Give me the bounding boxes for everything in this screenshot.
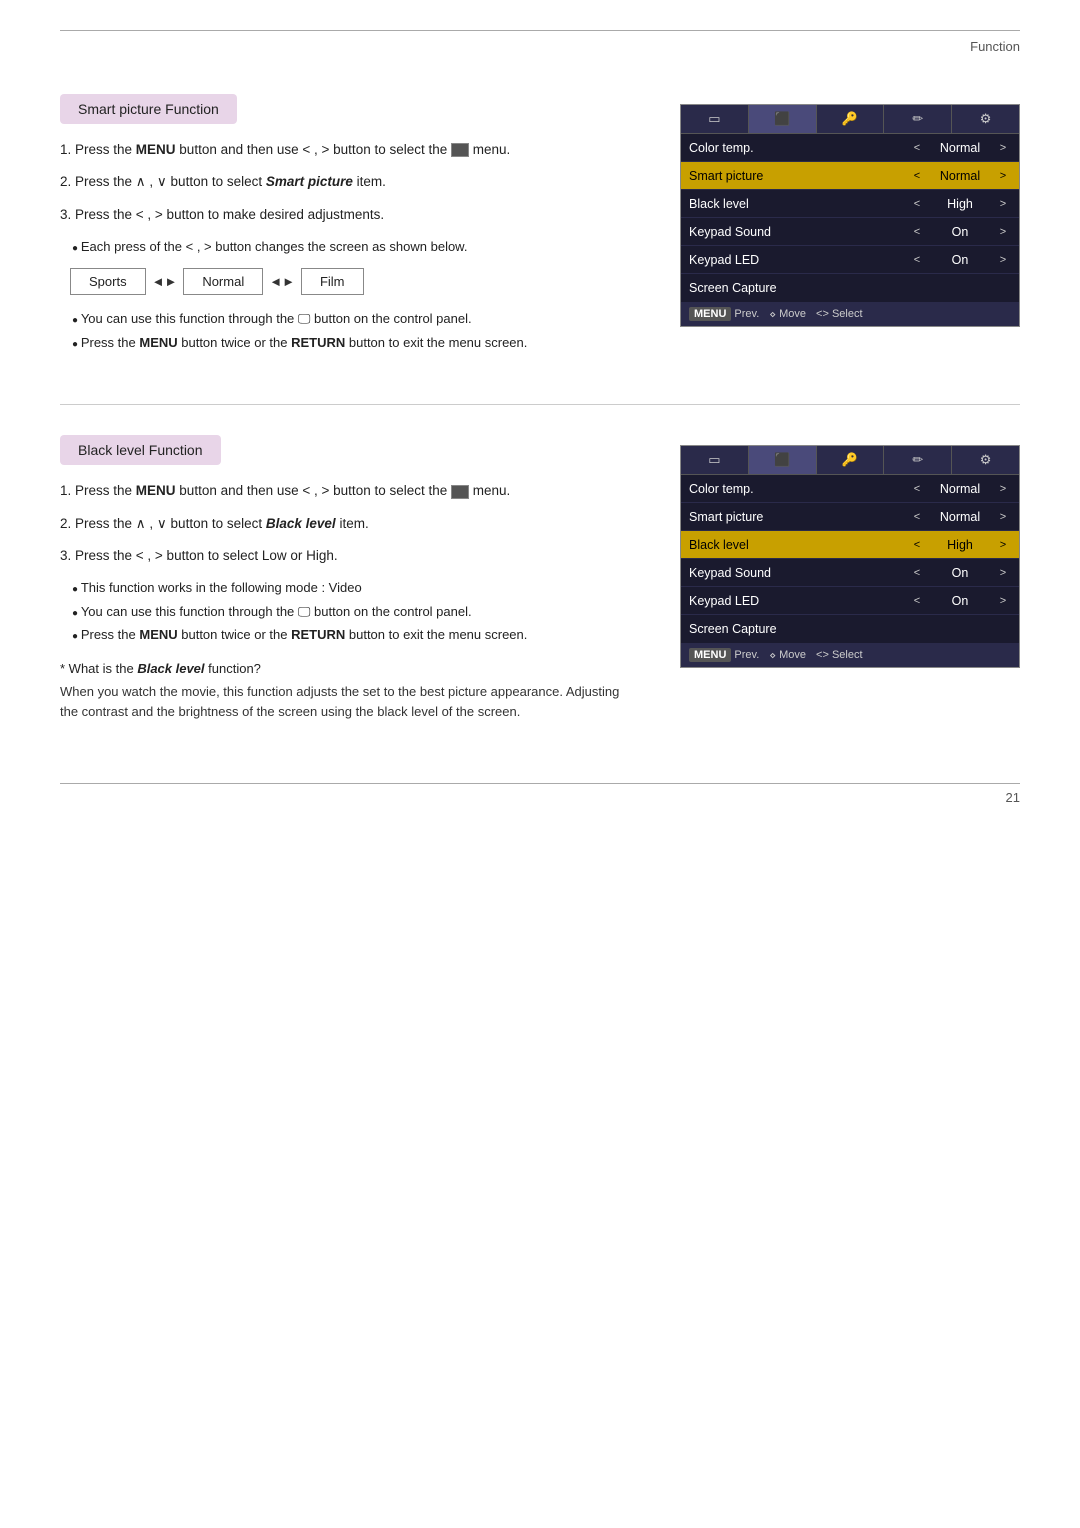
osd-prev-smart: MENU Prev.	[689, 307, 759, 321]
osd-tab-b1[interactable]: ⬛	[749, 446, 817, 474]
smart-step3: 3. Press the < , > button to make desire…	[60, 205, 640, 225]
mode-normal: Normal	[183, 268, 263, 295]
black-step1: 1. Press the MENU button and then use < …	[60, 481, 640, 501]
tab-icon-2: 🔑	[842, 111, 858, 126]
smart-picture-section: Smart picture Function 1. Press the MENU…	[60, 94, 1020, 364]
osd-prev-black: MENU Prev.	[689, 648, 759, 662]
page-header: Function	[60, 39, 1020, 54]
smart-bullet1: Each press of the < , > button changes t…	[72, 237, 640, 257]
tab-icon-b4: ⚙	[980, 452, 992, 467]
tab-icon-b1: ⬛	[774, 452, 790, 467]
mode-sports: Sports	[70, 268, 146, 295]
move-text-black: Move	[779, 649, 806, 661]
black-bullet2: You can use this function through the 🖵 …	[72, 602, 640, 622]
osd-row-keypadsound-black: Keypad Sound < On >	[681, 559, 1019, 587]
smart-picture-left: Smart picture Function 1. Press the MENU…	[60, 94, 640, 364]
osd-footer-smart: MENU Prev. ⋄ Move <> Select	[681, 302, 1019, 326]
osd-tab-b0[interactable]: ▭	[681, 446, 749, 474]
osd-panel-black: ▭ ⬛ 🔑 ✏ ⚙ Color temp.	[680, 445, 1020, 668]
black-level-osd: ▭ ⬛ 🔑 ✏ ⚙ Color temp.	[680, 435, 1020, 723]
osd-tab-b2[interactable]: 🔑	[817, 446, 885, 474]
osd-row-screencapture-smart: Screen Capture	[681, 274, 1019, 302]
mode-film: Film	[301, 268, 364, 295]
black-bullet3: Press the MENU button twice or the RETUR…	[72, 625, 640, 645]
tab-icon-b0: ▭	[708, 452, 720, 467]
osd-tab-4[interactable]: ⚙	[952, 105, 1019, 133]
tab-icon-b2: 🔑	[842, 452, 858, 467]
select-text-smart: <> Select	[816, 308, 862, 320]
tab-icon-1: ⬛	[774, 111, 790, 126]
osd-row-blacklevel-smart: Black level < High >	[681, 190, 1019, 218]
top-rule	[60, 30, 1020, 31]
smart-bullet2: You can use this function through the 🖵 …	[72, 309, 640, 329]
tab-icon-4: ⚙	[980, 111, 992, 126]
smart-bullet3: Press the MENU button twice or the RETUR…	[72, 333, 640, 353]
prev-label-smart: Prev.	[734, 308, 759, 320]
osd-row-smartpic-black: Smart picture < Normal >	[681, 503, 1019, 531]
menu-icon	[451, 143, 469, 157]
black-step2: 2. Press the ∧ , ∨ button to select Blac…	[60, 514, 640, 534]
what-is-label: * What is the Black level function?	[60, 661, 261, 676]
modes-box: Sports ◄► Normal ◄► Film	[70, 268, 640, 295]
osd-select-smart: <> Select	[816, 308, 862, 320]
page-number: 21	[60, 790, 1020, 805]
osd-row-screencapture-black: Screen Capture	[681, 615, 1019, 643]
osd-move-smart: ⋄ Move	[769, 308, 806, 321]
bottom-rule	[60, 783, 1020, 784]
move-text-smart: Move	[779, 308, 806, 320]
osd-panel-smart: ▭ ⬛ 🔑 ✏ ⚙ Color temp.	[680, 104, 1020, 327]
section-divider	[60, 404, 1020, 405]
osd-tab-3[interactable]: ✏	[884, 105, 952, 133]
osd-row-smartpic-smart: Smart picture < Normal >	[681, 162, 1019, 190]
osd-tabs-black: ▭ ⬛ 🔑 ✏ ⚙	[681, 446, 1019, 475]
osd-tab-1[interactable]: ⬛	[749, 105, 817, 133]
osd-tab-0[interactable]: ▭	[681, 105, 749, 133]
what-is-black-level: * What is the Black level function? When…	[60, 661, 640, 724]
osd-tab-b4[interactable]: ⚙	[952, 446, 1019, 474]
menu-btn-black: MENU	[689, 648, 731, 662]
smart-step2: 2. Press the ∧ , ∨ button to select Smar…	[60, 172, 640, 192]
osd-select-black: <> Select	[816, 649, 862, 661]
black-level-section: Black level Function 1. Press the MENU b…	[60, 435, 1020, 723]
what-is-body: When you watch the movie, this function …	[60, 682, 640, 724]
mode-arrow2: ◄►	[263, 274, 301, 289]
osd-tab-b3[interactable]: ✏	[884, 446, 952, 474]
osd-row-keypadled-black: Keypad LED < On >	[681, 587, 1019, 615]
move-icon-black: ⋄	[769, 649, 776, 662]
osd-row-blacklevel-black: Black level < High >	[681, 531, 1019, 559]
osd-move-black: ⋄ Move	[769, 649, 806, 662]
black-bullet1: This function works in the following mod…	[72, 578, 640, 598]
black-level-title: Black level Function	[60, 435, 221, 465]
smart-picture-title: Smart picture Function	[60, 94, 237, 124]
osd-row-keypadled-smart: Keypad LED < On >	[681, 246, 1019, 274]
move-icon-smart: ⋄	[769, 308, 776, 321]
tab-icon-3: ✏	[912, 111, 923, 126]
osd-row-colortemp-smart: Color temp. < Normal >	[681, 134, 1019, 162]
tab-icon-0: ▭	[708, 111, 720, 126]
smart-bullets2: You can use this function through the 🖵 …	[72, 309, 640, 352]
tab-icon-b3: ✏	[912, 452, 923, 467]
header-text: Function	[970, 39, 1020, 54]
osd-row-colortemp-black: Color temp. < Normal >	[681, 475, 1019, 503]
page-wrapper: Function Smart picture Function 1. Press…	[0, 0, 1080, 865]
smart-bullets: Each press of the < , > button changes t…	[72, 237, 640, 257]
black-bullets: This function works in the following mod…	[72, 578, 640, 645]
osd-tabs-smart: ▭ ⬛ 🔑 ✏ ⚙	[681, 105, 1019, 134]
select-text-black: <> Select	[816, 649, 862, 661]
black-step3: 3. Press the < , > button to select Low …	[60, 546, 640, 566]
black-level-left: Black level Function 1. Press the MENU b…	[60, 435, 640, 723]
menu-btn-smart: MENU	[689, 307, 731, 321]
osd-tab-2[interactable]: 🔑	[817, 105, 885, 133]
menu-icon-black	[451, 485, 469, 499]
osd-row-keypadsound-smart: Keypad Sound < On >	[681, 218, 1019, 246]
osd-footer-black: MENU Prev. ⋄ Move <> Select	[681, 643, 1019, 667]
smart-step1: 1. Press the MENU button and then use < …	[60, 140, 640, 160]
smart-picture-osd: ▭ ⬛ 🔑 ✏ ⚙ Color temp.	[680, 94, 1020, 364]
mode-arrow1: ◄►	[146, 274, 184, 289]
prev-label-black: Prev.	[734, 649, 759, 661]
